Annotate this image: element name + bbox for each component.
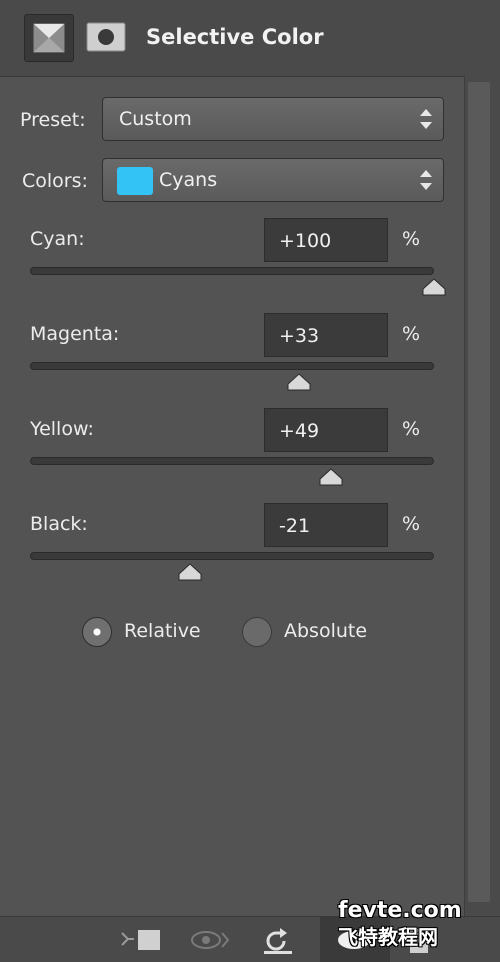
- panel-title: Selective Color: [146, 25, 324, 49]
- black-value-field[interactable]: -21: [264, 503, 388, 547]
- cyan-value: +100: [279, 230, 332, 252]
- yellow-slider-handle[interactable]: [319, 468, 343, 486]
- watermark-line2: 飞特教程网: [338, 925, 438, 949]
- preset-dropdown[interactable]: Custom: [102, 97, 444, 141]
- cyan-label: Cyan:: [30, 228, 85, 250]
- absolute-radio[interactable]: [242, 617, 272, 647]
- magenta-value: +33: [279, 325, 320, 347]
- relative-radio[interactable]: [82, 617, 112, 647]
- preset-label: Preset:: [20, 109, 86, 131]
- black-slider-handle[interactable]: [178, 563, 202, 581]
- selective-color-adjustment-icon[interactable]: [24, 14, 74, 62]
- relative-radio-label[interactable]: Relative: [124, 620, 201, 642]
- layer-mask-icon[interactable]: [84, 14, 134, 62]
- view-previous-state-icon[interactable]: [188, 927, 234, 957]
- yellow-value: +49: [279, 420, 320, 442]
- magenta-slider-track[interactable]: [30, 362, 434, 370]
- color-swatch: [117, 167, 153, 195]
- black-slider-track[interactable]: [30, 552, 434, 560]
- magenta-label: Magenta:: [30, 323, 120, 345]
- cyan-slider-handle[interactable]: [422, 278, 446, 296]
- absolute-radio-label[interactable]: Absolute: [284, 620, 367, 642]
- cyan-value-field[interactable]: +100: [264, 218, 388, 262]
- dropdown-arrows-icon: [419, 107, 433, 135]
- colors-dropdown[interactable]: Cyans: [102, 158, 444, 202]
- magenta-slider-handle[interactable]: [287, 373, 311, 391]
- preset-value: Custom: [119, 108, 192, 130]
- yellow-slider-track[interactable]: [30, 457, 434, 465]
- black-value: -21: [279, 515, 311, 537]
- colors-label: Colors:: [22, 170, 88, 192]
- scrollbar-thumb[interactable]: [468, 82, 490, 902]
- colors-value: Cyans: [159, 169, 218, 191]
- clip-to-layer-icon[interactable]: [118, 927, 164, 957]
- watermark-line1: fevte.com: [338, 898, 462, 923]
- cyan-slider-track[interactable]: [30, 267, 434, 275]
- magenta-percent-unit: %: [402, 323, 421, 345]
- properties-header: Selective Color: [0, 0, 500, 77]
- reset-icon[interactable]: [258, 927, 298, 959]
- black-label: Black:: [30, 513, 88, 535]
- dropdown-arrows-icon: [419, 168, 433, 196]
- yellow-percent-unit: %: [402, 418, 421, 440]
- watermark: fevte.com 飞特教程网: [338, 898, 462, 950]
- yellow-label: Yellow:: [30, 418, 94, 440]
- yellow-value-field[interactable]: +49: [264, 408, 388, 452]
- cyan-percent-unit: %: [402, 228, 421, 250]
- magenta-value-field[interactable]: +33: [264, 313, 388, 357]
- black-percent-unit: %: [402, 513, 421, 535]
